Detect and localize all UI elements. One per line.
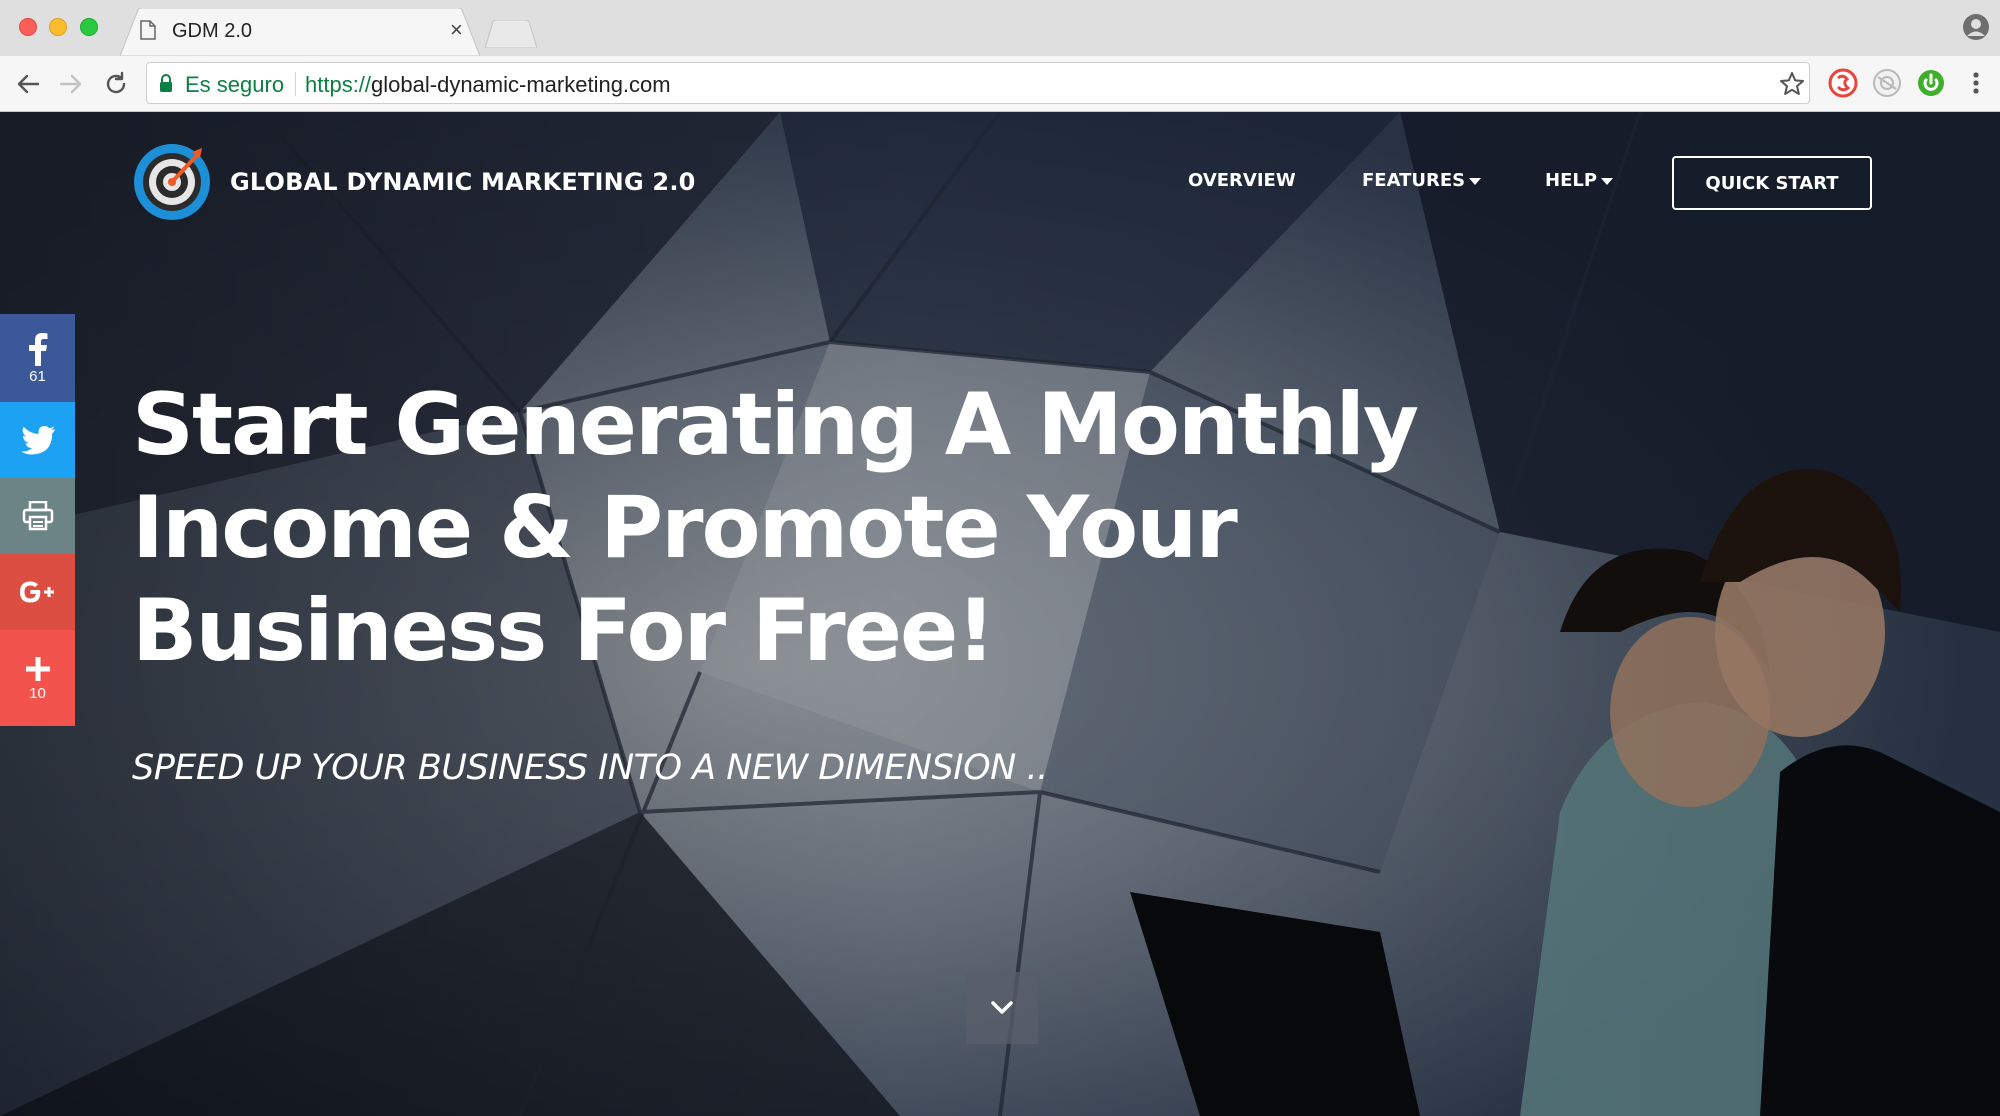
secure-label: Es seguro — [185, 72, 285, 97]
profile-icon[interactable] — [1962, 13, 1990, 41]
url-text[interactable]: https://global-dynamic-marketing.com — [305, 72, 671, 98]
site-brand[interactable]: GLOBAL DYNAMIC MARKETING 2.0 — [230, 168, 696, 196]
caret-down-icon — [1469, 177, 1482, 185]
browser-menu-icon[interactable] — [1962, 68, 1990, 98]
twitter-share-button[interactable] — [0, 402, 75, 478]
back-icon[interactable] — [14, 70, 42, 98]
url-host: global-dynamic-marketing.com — [371, 72, 671, 97]
tab-title: GDM 2.0 — [172, 20, 253, 42]
tab-close-icon[interactable]: × — [450, 18, 463, 42]
extension-gray-icon[interactable] — [1872, 68, 1902, 98]
plus-icon — [25, 656, 50, 681]
reload-icon[interactable] — [102, 70, 130, 98]
nav-help[interactable]: HELP — [1545, 170, 1614, 191]
url-scheme: https:// — [305, 72, 372, 97]
print-icon — [22, 501, 53, 531]
nav-overview-label: OVERVIEW — [1188, 170, 1296, 191]
more-share-count: 10 — [29, 684, 46, 702]
zoom-window-button[interactable] — [80, 18, 98, 36]
forward-icon[interactable] — [57, 70, 85, 98]
new-tab-button[interactable] — [485, 20, 537, 48]
hero-headline-line: Income & Promote Your — [132, 478, 1238, 578]
print-button[interactable] — [0, 478, 75, 554]
hero-headline-line: Start Generating A Monthly — [132, 375, 1419, 475]
target-logo-icon[interactable] — [132, 142, 212, 222]
nav-features[interactable]: FEATURES — [1362, 170, 1482, 191]
close-window-button[interactable] — [19, 18, 37, 36]
scroll-down-button[interactable] — [966, 972, 1038, 1044]
more-share-button[interactable]: 10 — [0, 630, 75, 726]
google-plus-share-button[interactable] — [0, 554, 75, 630]
lock-icon — [160, 74, 172, 92]
nav-help-label: HELP — [1545, 170, 1598, 191]
web-page: GLOBAL DYNAMIC MARKETING 2.0 OVERVIEW FE… — [0, 112, 2000, 1116]
google-plus-icon — [19, 581, 54, 603]
facebook-share-count: 61 — [29, 367, 46, 385]
minimize-window-button[interactable] — [49, 18, 67, 36]
browser-toolbar: Es seguro https://global-dynamic-marketi… — [0, 56, 2000, 112]
hero-headline: Start Generating A Monthly Income & Prom… — [132, 374, 1492, 683]
browser-tab-bar: GDM 2.0 × — [0, 0, 2000, 56]
caret-down-icon — [1601, 177, 1614, 185]
chevron-down-icon — [991, 1001, 1013, 1014]
twitter-icon — [20, 425, 55, 455]
facebook-icon — [28, 332, 47, 366]
extension-green-icon[interactable] — [1916, 68, 1946, 98]
document-icon — [140, 20, 156, 40]
url-separator — [295, 72, 296, 96]
bookmark-star-icon[interactable] — [1779, 71, 1805, 97]
hero-headline-line: Business For Free! — [132, 581, 996, 681]
quick-start-button[interactable]: QUICK START — [1672, 156, 1872, 210]
nav-features-label: FEATURES — [1362, 170, 1466, 191]
extension-red-icon[interactable] — [1828, 68, 1858, 98]
address-bar[interactable]: Es seguro https://global-dynamic-marketi… — [146, 62, 1810, 104]
hero-subheading: SPEED UP YOUR BUSINESS INTO A NEW DIMENS… — [132, 748, 1048, 788]
facebook-share-button[interactable]: 61 — [0, 314, 75, 402]
nav-overview[interactable]: OVERVIEW — [1188, 170, 1296, 191]
browser-tab[interactable]: GDM 2.0 × — [120, 8, 480, 56]
